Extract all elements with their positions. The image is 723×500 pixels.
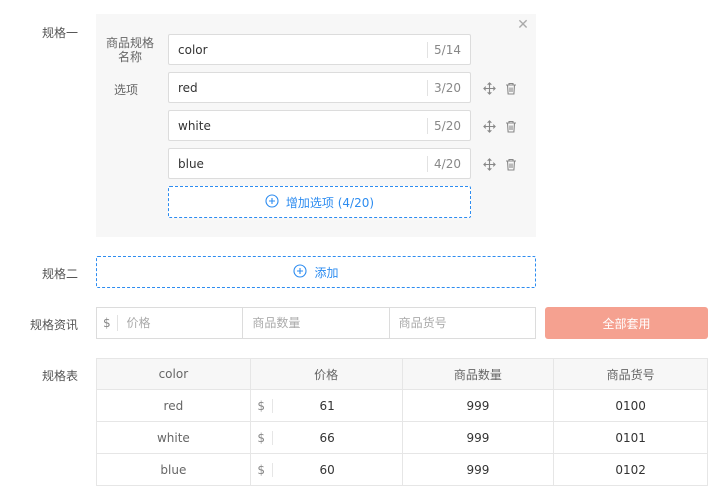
sku-input[interactable] <box>389 308 535 338</box>
qty-cell <box>243 308 390 338</box>
table-row: red $61 999 0100 <box>96 389 708 422</box>
table-row: white $66 999 0101 <box>96 421 708 454</box>
cell-quantity[interactable]: 999 <box>401 421 555 454</box>
price-value: 61 <box>319 398 335 413</box>
option-value: white <box>178 118 211 133</box>
option-field-white[interactable]: white 5/20 <box>168 110 471 141</box>
spec-name-field[interactable]: color 5/14 <box>168 34 471 65</box>
cell-quantity[interactable]: 999 <box>401 453 555 486</box>
spec-group-panel: ✕ 商品规格名称 color 5/14 选项 red 3/20 white 5/… <box>96 14 536 237</box>
add-option-label: 增加选项 (4/20) <box>285 195 375 210</box>
cell-price[interactable]: $66 <box>249 421 403 454</box>
spec-name-value: color <box>178 42 208 57</box>
header-color: color <box>96 358 251 390</box>
spec-table: color 价格 商品数量 商品货号 red $61 999 0100 whit… <box>96 358 708 486</box>
price-value: 66 <box>319 430 335 445</box>
cell-price[interactable]: $61 <box>249 389 403 422</box>
cell-color: blue <box>96 453 251 486</box>
option-count: 5/20 <box>427 117 470 134</box>
spec-info-label: 规格资讯 <box>29 318 78 332</box>
move-icon[interactable] <box>481 80 497 96</box>
add-option-button[interactable]: 增加选项 (4/20) <box>168 186 471 218</box>
currency-symbol: $ <box>251 398 273 413</box>
delete-icon[interactable] <box>503 118 519 134</box>
options-label: 选项 <box>113 83 138 97</box>
plus-circle-icon <box>293 263 308 281</box>
move-icon[interactable] <box>481 156 497 172</box>
cell-sku[interactable]: 0101 <box>553 421 708 454</box>
header-sku: 商品货号 <box>553 358 708 390</box>
delete-icon[interactable] <box>503 156 519 172</box>
header-quantity: 商品数量 <box>401 358 555 390</box>
option-field-blue[interactable]: blue 4/20 <box>168 148 471 179</box>
option-field-red[interactable]: red 3/20 <box>168 72 471 103</box>
delete-icon[interactable] <box>503 80 519 96</box>
close-icon[interactable]: ✕ <box>516 18 530 32</box>
price-cell: $ <box>97 308 244 338</box>
quantity-input[interactable] <box>243 308 389 338</box>
option-count: 4/20 <box>427 155 470 172</box>
table-header-row: color 价格 商品数量 商品货号 <box>96 358 708 390</box>
cell-price[interactable]: $60 <box>249 453 403 486</box>
apply-all-button[interactable]: 全部套用 <box>545 307 708 339</box>
price-input[interactable] <box>117 308 243 338</box>
cell-color: red <box>96 389 251 422</box>
move-icon[interactable] <box>481 118 497 134</box>
add-spec-button[interactable]: 添加 <box>96 256 536 288</box>
add-spec-label: 添加 <box>314 265 339 280</box>
spec-info-inputs: $ <box>96 307 536 339</box>
currency-symbol: $ <box>97 315 118 331</box>
spec-name-count: 5/14 <box>427 41 470 58</box>
currency-symbol: $ <box>251 430 273 445</box>
header-price: 价格 <box>249 358 403 390</box>
spec1-label: 规格一 <box>41 26 78 40</box>
option-value: blue <box>178 156 204 171</box>
cell-sku[interactable]: 0102 <box>553 453 708 486</box>
option-value: red <box>178 80 198 95</box>
table-row: blue $60 999 0102 <box>96 453 708 486</box>
plus-circle-icon <box>265 193 279 211</box>
spec-table-label: 规格表 <box>41 369 78 383</box>
cell-quantity[interactable]: 999 <box>401 389 555 422</box>
cell-color: white <box>96 421 251 454</box>
cell-sku[interactable]: 0100 <box>553 389 708 422</box>
spec-name-label: 商品规格名称 <box>105 36 154 64</box>
sku-cell <box>389 308 535 338</box>
spec2-label: 规格二 <box>41 267 78 281</box>
option-count: 3/20 <box>427 79 470 96</box>
currency-symbol: $ <box>251 462 273 477</box>
price-value: 60 <box>319 462 335 477</box>
